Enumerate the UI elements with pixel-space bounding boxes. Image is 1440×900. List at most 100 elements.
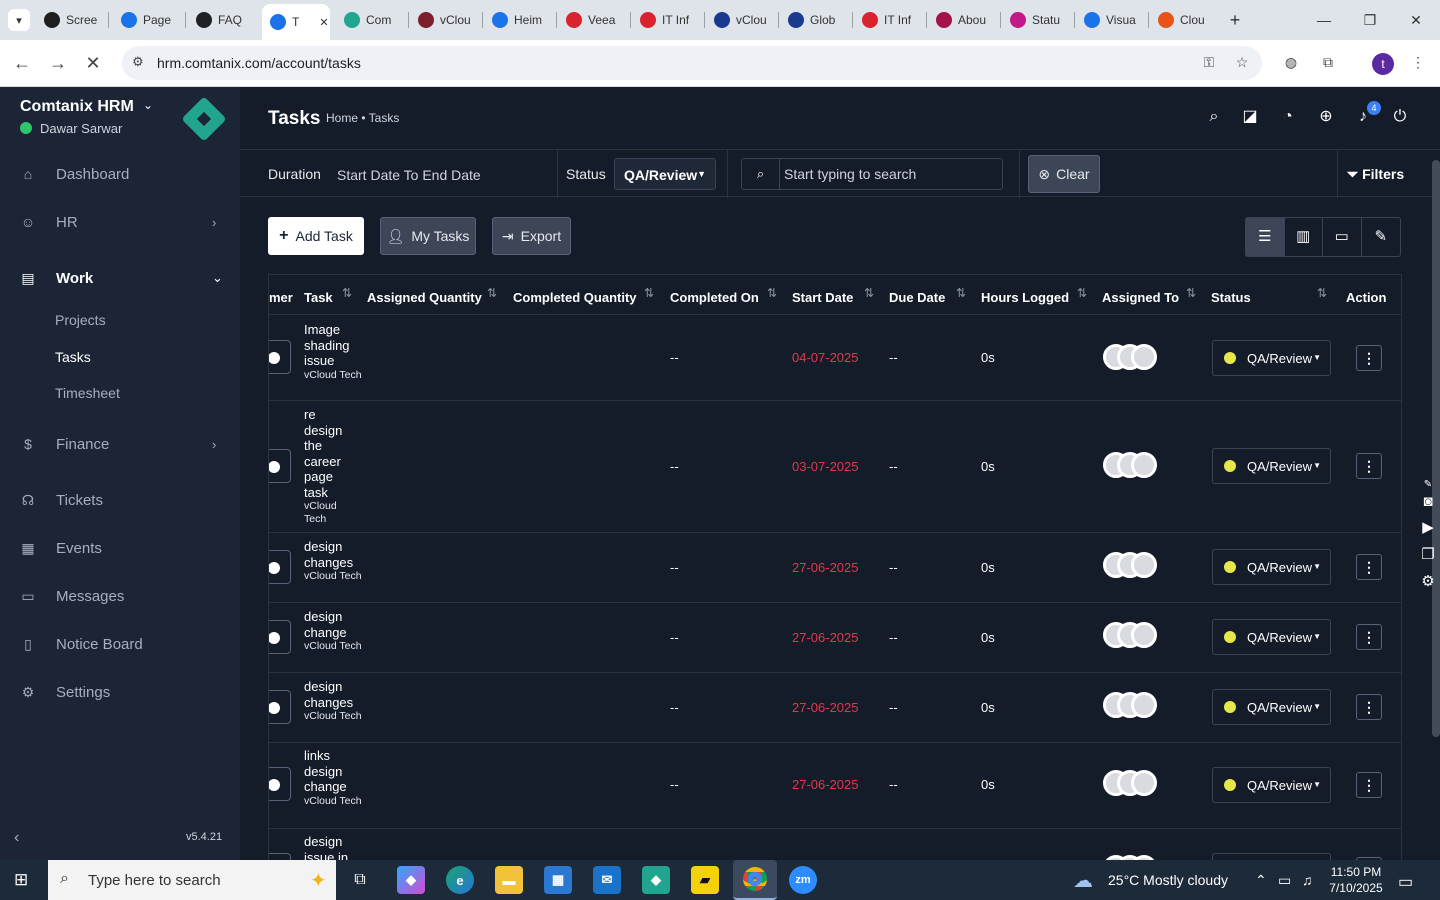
task-title[interactable]: re design the career page task vCloud Tec… bbox=[304, 407, 354, 526]
search-input[interactable] bbox=[784, 164, 994, 184]
sidebar-subitem-timesheet[interactable]: Timesheet bbox=[55, 385, 120, 401]
new-tab-button[interactable]: + bbox=[1224, 9, 1246, 31]
sidebar-item-notice-board[interactable]: ▯ Notice Board bbox=[0, 626, 240, 662]
windows-start-icon[interactable]: ⊞ bbox=[14, 871, 34, 891]
brand-name[interactable]: Comtanix HRM bbox=[20, 98, 134, 116]
notifications-icon[interactable]: ▭ bbox=[1398, 872, 1413, 892]
sort-icon[interactable]: ⇅ bbox=[487, 286, 497, 300]
app-pinned-icon[interactable]: ◆ bbox=[642, 866, 670, 894]
browser-tab[interactable]: Veea bbox=[558, 6, 628, 34]
column-header[interactable]: mer bbox=[269, 290, 293, 305]
minimize-icon[interactable]: — bbox=[1313, 9, 1335, 31]
table-row[interactable]: design changes vCloud Tech -- 27-06-2025 … bbox=[269, 673, 1401, 743]
table-row[interactable]: Image shading issue vCloud Tech -- 04-07-… bbox=[269, 315, 1401, 401]
sidebar-item-tickets[interactable]: ☊ Tickets bbox=[0, 482, 240, 518]
extensions-icon[interactable]: ⧉ bbox=[1319, 54, 1337, 72]
assignee-avatars[interactable] bbox=[1103, 344, 1157, 370]
row-actions-button[interactable]: ⋮ bbox=[1356, 624, 1382, 650]
assignee-avatars[interactable] bbox=[1103, 692, 1157, 718]
column-header[interactable]: Assigned To bbox=[1102, 290, 1179, 305]
column-header[interactable]: Hours Logged bbox=[981, 290, 1069, 305]
row-expand-toggle[interactable] bbox=[269, 340, 291, 374]
row-expand-toggle[interactable] bbox=[269, 620, 291, 654]
sidebar-item-settings[interactable]: ⚙ Settings bbox=[0, 674, 240, 710]
sidebar-subitem-tasks[interactable]: Tasks bbox=[55, 349, 91, 365]
breadcrumb[interactable]: Home • Tasks bbox=[326, 111, 399, 125]
file-explorer-icon[interactable]: ▬ bbox=[495, 866, 523, 894]
browser-tab[interactable]: vClou bbox=[706, 6, 776, 34]
sort-icon[interactable]: ⇅ bbox=[767, 286, 777, 300]
weather-cloud-icon[interactable]: ☁ bbox=[1073, 868, 1093, 893]
browser-tab[interactable]: vClou bbox=[410, 6, 480, 34]
video-camera-icon[interactable]: ▶ bbox=[1418, 518, 1438, 538]
clock-icon[interactable]: ◔ bbox=[1278, 107, 1298, 127]
row-actions-button[interactable]: ⋮ bbox=[1356, 694, 1382, 720]
task-title[interactable]: design change vCloud Tech bbox=[304, 609, 364, 653]
status-dropdown[interactable]: QA/Review ▼ bbox=[1212, 340, 1331, 376]
sort-icon[interactable]: ⇅ bbox=[1317, 286, 1327, 300]
browser-tab[interactable]: Page bbox=[113, 6, 183, 34]
tray-chevron-icon[interactable]: ⌃ bbox=[1255, 872, 1267, 889]
translate-icon[interactable]: ◍ bbox=[1282, 54, 1300, 72]
column-header[interactable]: Task bbox=[304, 290, 333, 305]
browser-tab[interactable]: IT Inf bbox=[632, 6, 702, 34]
row-actions-button[interactable]: ⋮ bbox=[1356, 554, 1382, 580]
calendar-view-icon[interactable]: ▭ bbox=[1323, 218, 1362, 256]
column-header[interactable]: Completed On bbox=[670, 290, 759, 305]
task-title[interactable]: design changes vCloud Tech bbox=[304, 679, 364, 723]
browser-tab[interactable]: Statu bbox=[1002, 6, 1072, 34]
table-row[interactable]: re design the career page task vCloud Tec… bbox=[269, 401, 1401, 533]
row-expand-toggle[interactable] bbox=[269, 550, 291, 584]
taskbar-search[interactable]: ⌕ Type here to search ✦ bbox=[48, 860, 336, 900]
row-actions-button[interactable]: ⋮ bbox=[1356, 772, 1382, 798]
bookmark-star-icon[interactable]: ☆ bbox=[1233, 54, 1251, 72]
sort-icon[interactable]: ⇅ bbox=[1186, 286, 1196, 300]
add-circle-icon[interactable]: ⊕ bbox=[1316, 107, 1336, 127]
task-title[interactable]: links design change vCloud Tech bbox=[304, 748, 364, 808]
sort-icon[interactable]: ⇅ bbox=[644, 286, 654, 300]
column-header[interactable]: Status bbox=[1211, 290, 1251, 305]
column-header[interactable]: Assigned Quantity bbox=[367, 290, 482, 305]
volume-icon[interactable]: ♫ bbox=[1302, 872, 1313, 888]
browser-tab[interactable]: FAQ bbox=[188, 6, 256, 34]
duration-picker[interactable]: Start Date To End Date bbox=[337, 167, 481, 183]
sticky-note-icon[interactable]: ◪ bbox=[1240, 107, 1260, 127]
profile-avatar[interactable]: t bbox=[1372, 53, 1394, 75]
status-dropdown[interactable]: QA/Review ▼ bbox=[1212, 619, 1331, 655]
copilot-icon[interactable]: ◆ bbox=[397, 866, 425, 894]
sidebar-item-dashboard[interactable]: ⌂ Dashboard bbox=[0, 156, 240, 192]
weather-text[interactable]: 25°C Mostly cloudy bbox=[1108, 872, 1228, 888]
store-icon[interactable]: ▦ bbox=[544, 866, 572, 894]
list-view-icon[interactable]: ☰ bbox=[1246, 218, 1285, 256]
zoom-icon[interactable]: zm bbox=[789, 866, 817, 894]
my-tasks-button[interactable]: 👤︎ My Tasks bbox=[380, 217, 476, 255]
export-button[interactable]: ⇥ Export bbox=[492, 217, 571, 255]
sidebar-item-hr[interactable]: ☺ HR › bbox=[0, 204, 240, 240]
search-field[interactable]: ⌕ bbox=[741, 158, 1003, 190]
table-row[interactable]: design change vCloud Tech -- 27-06-2025 -… bbox=[269, 603, 1401, 673]
assignee-avatars[interactable] bbox=[1103, 552, 1157, 578]
sidebar-item-work[interactable]: ▤ Work ⌄ bbox=[0, 260, 240, 296]
clear-button[interactable]: ⊗ Clear bbox=[1028, 155, 1100, 193]
task-title[interactable]: design changes vCloud Tech bbox=[304, 539, 364, 583]
taskbar-clock[interactable]: 11:50 PM 7/10/2025 bbox=[1326, 864, 1386, 896]
status-dropdown[interactable]: QA/Review ▼ bbox=[1212, 549, 1331, 585]
edge-icon[interactable]: e bbox=[446, 866, 474, 894]
chevron-down-icon[interactable]: ⌄ bbox=[143, 98, 153, 112]
browser-menu-icon[interactable]: ⋮ bbox=[1409, 54, 1427, 72]
browser-tab[interactable]: Abou bbox=[928, 6, 998, 34]
table-row[interactable]: design issue in bbox=[269, 829, 1401, 860]
table-row[interactable]: links design change vCloud Tech -- 27-06-… bbox=[269, 743, 1401, 829]
page-scrollbar[interactable] bbox=[1432, 160, 1440, 737]
forward-icon[interactable]: → bbox=[46, 51, 70, 75]
sort-icon[interactable]: ⇅ bbox=[864, 286, 874, 300]
close-window-icon[interactable]: ✕ bbox=[1405, 9, 1427, 31]
task-title[interactable]: design issue in bbox=[304, 834, 364, 860]
row-expand-toggle[interactable] bbox=[269, 767, 291, 801]
browser-tab[interactable]: Scree bbox=[36, 6, 106, 34]
status-dropdown[interactable]: QA/Review ▼ bbox=[1212, 448, 1331, 484]
restore-icon[interactable]: ❐ bbox=[1359, 9, 1381, 31]
stop-loading-icon[interactable]: ✕ bbox=[81, 51, 105, 75]
address-bar[interactable]: ⚙ hrm.comtanix.com/account/tasks ⚿ ☆ bbox=[122, 46, 1262, 80]
collapse-sidebar-icon[interactable]: ‹ bbox=[14, 829, 19, 847]
